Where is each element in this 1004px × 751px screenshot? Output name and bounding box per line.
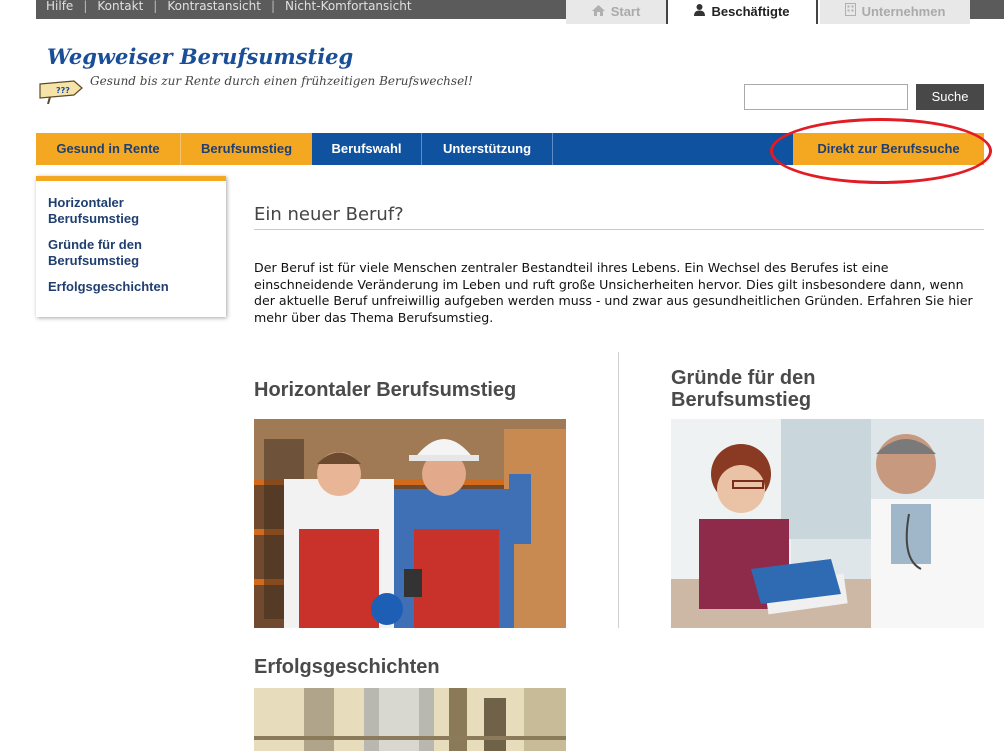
home-icon [591, 0, 605, 24]
page-title: Ein neuer Beruf? [254, 204, 404, 225]
photo-warehouse-workers[interactable] [254, 419, 566, 628]
utility-separator: | [83, 0, 88, 13]
teaser-heading-horizontal[interactable]: Horizontaler Berufsumstieg [254, 379, 516, 401]
intro-paragraph: Der Beruf ist für viele Menschen zentral… [254, 260, 973, 325]
top-bar-tail [970, 0, 1004, 19]
tab-start-label: Start [610, 4, 641, 19]
search-input[interactable] [744, 84, 908, 110]
nav-item-gesund-in-rente[interactable]: Gesund in Rente [36, 133, 181, 165]
sidebar-item-gruende[interactable]: Gründe für den Berufsumstieg [48, 237, 214, 269]
tab-beschaeftigte[interactable]: Beschäftigte [668, 0, 818, 24]
nav-item-unterstuetzung[interactable]: Unterstützung [422, 133, 553, 165]
sidebar-item-erfolgsgeschichten[interactable]: Erfolgsgeschichten [48, 279, 214, 295]
utility-link-hilfe[interactable]: Hilfe [46, 0, 73, 12]
person-icon [694, 0, 706, 24]
annotation-ellipse [770, 118, 992, 184]
teaser-heading-erfolgsgeschichten[interactable]: Erfolgsgeschichten [254, 656, 440, 678]
photo-doctor-consultation[interactable] [671, 419, 984, 628]
tab-unternehmen[interactable]: Unternehmen [820, 0, 970, 24]
utility-separator: | [153, 0, 158, 13]
site-logo-title[interactable]: Wegweiser Berufsumstieg [47, 44, 353, 69]
site-slogan: Gesund bis zur Rente durch einen frühzei… [90, 74, 473, 88]
search-button[interactable]: Suche [916, 84, 984, 110]
tab-unternehmen-label: Unternehmen [861, 4, 946, 19]
sidebar-item-horizontaler-berufsumstieg[interactable]: Horizontaler Berufsumstieg [48, 195, 214, 227]
building-icon [844, 0, 856, 24]
column-divider [618, 352, 619, 628]
audience-tabs: Start Beschäftigte Unternehmen [566, 0, 1004, 30]
nav-item-berufsumstieg[interactable]: Berufsumstieg [181, 133, 312, 165]
utility-links: Hilfe | Kontakt | Kontrastansicht | Nicht-Komf… [36, 0, 566, 19]
utility-link-kontakt[interactable]: Kontakt [97, 0, 143, 12]
sidebar: Horizontaler Berufsumstieg Gründe für de… [36, 176, 226, 317]
logo-sign-text: ??? [56, 86, 70, 95]
signpost-logo: ??? [36, 78, 86, 105]
photo-boiler-room[interactable] [254, 688, 566, 751]
nav-item-berufswahl[interactable]: Berufswahl [312, 133, 422, 165]
utility-link-nicht-komfortansicht[interactable]: Nicht-Komfortansicht [285, 0, 412, 12]
title-divider [254, 229, 984, 230]
utility-separator: | [270, 0, 276, 13]
tab-beschaeftigte-label: Beschäftigte [711, 4, 790, 19]
top-bar: Hilfe | Kontakt | Kontrastansicht | Nicht-Komf… [0, 0, 1004, 30]
utility-link-kontrastansicht[interactable]: Kontrastansicht [167, 0, 261, 12]
tab-start[interactable]: Start [566, 0, 668, 24]
teaser-heading-gruende[interactable]: Gründe für den Berufsumstieg [671, 367, 891, 411]
